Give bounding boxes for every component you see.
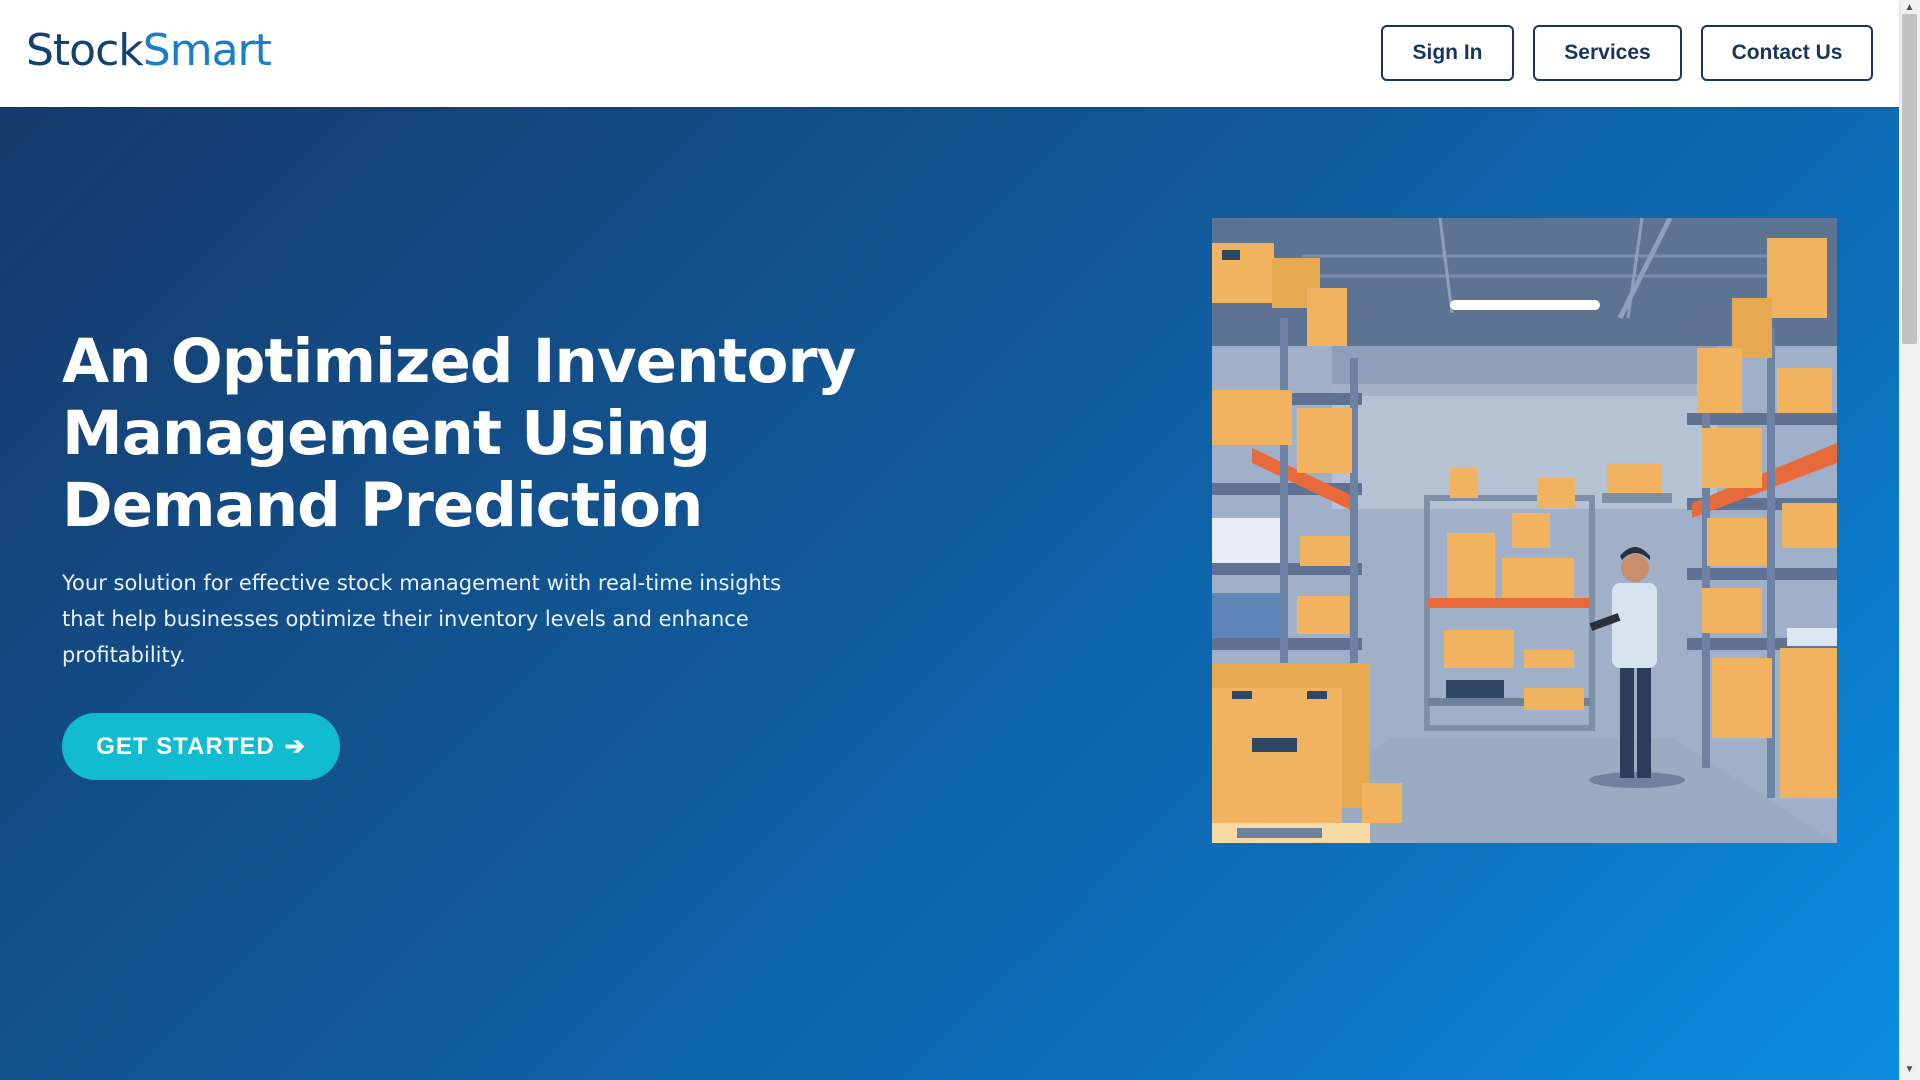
- navbar: StockSmart Sign In Services Contact Us: [0, 0, 1899, 107]
- page: StockSmart Sign In Services Contact Us A…: [0, 0, 1899, 1080]
- get-started-button[interactable]: GET STARTED ➔: [62, 713, 340, 780]
- services-button[interactable]: Services: [1533, 25, 1682, 81]
- contact-us-button[interactable]: Contact Us: [1701, 25, 1873, 81]
- hero-title: An Optimized Inventory Management Using …: [62, 326, 856, 541]
- sign-in-button[interactable]: Sign In: [1381, 25, 1514, 81]
- get-started-label: GET STARTED: [96, 732, 275, 760]
- scrollbar-thumb[interactable]: [1902, 14, 1917, 344]
- warehouse-illustration: [1212, 218, 1837, 843]
- page-scrollbar[interactable]: ▲ ▼: [1899, 0, 1920, 1080]
- brand-logo-part-smart: Smart: [142, 25, 272, 76]
- hero-subtitle: Your solution for effective stock manage…: [62, 571, 782, 667]
- brand-logo[interactable]: StockSmart: [26, 25, 272, 76]
- nav-buttons: Sign In Services Contact Us: [1381, 25, 1873, 81]
- brand-logo-part-stock: Stock: [26, 25, 144, 76]
- arrow-right-icon: ➔: [284, 733, 306, 760]
- scroll-down-arrow-icon[interactable]: ▼: [1899, 1064, 1920, 1078]
